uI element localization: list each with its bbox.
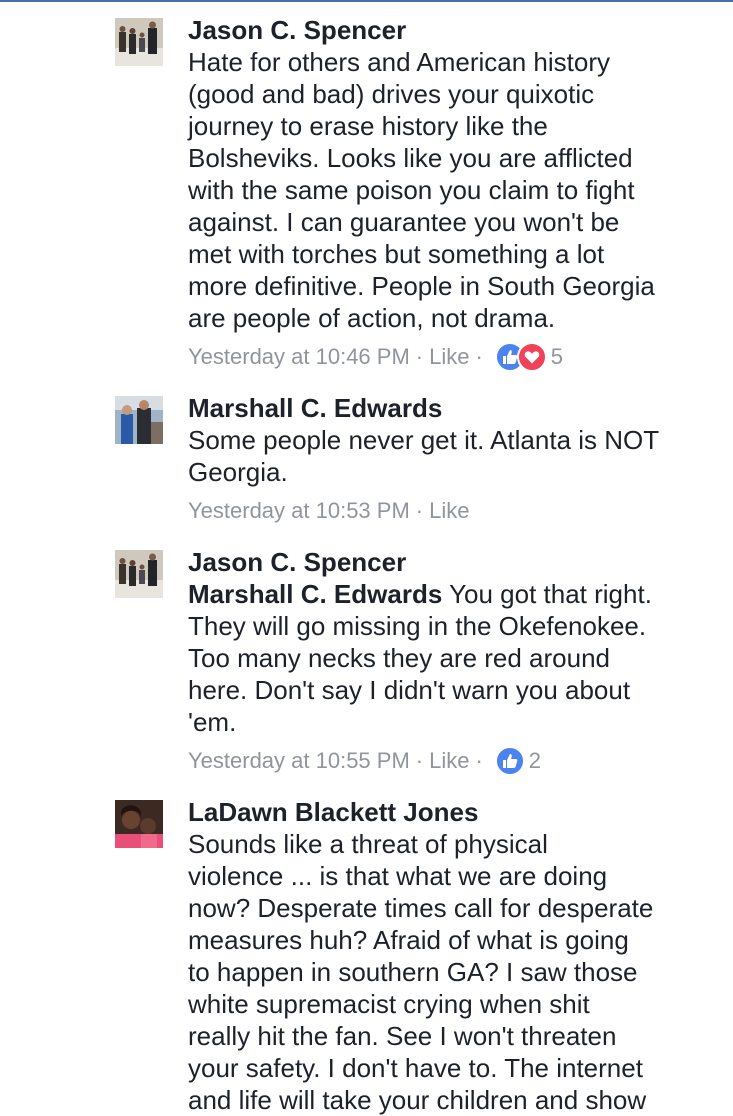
comment-author[interactable]: Marshall C. Edwards bbox=[188, 392, 728, 424]
avatar-photo-icon bbox=[115, 550, 163, 598]
mention-link[interactable]: Marshall C. Edwards bbox=[188, 579, 442, 609]
comment-text: Hate for others and American history (go… bbox=[188, 47, 655, 333]
comment-timestamp[interactable]: Yesterday at 10:53 PM bbox=[188, 496, 410, 526]
comment-body: Jason C. Spencer Hate for others and Ame… bbox=[188, 14, 728, 372]
heart-icon bbox=[516, 342, 547, 372]
reaction-summary[interactable]: 5 bbox=[494, 342, 564, 372]
meta-separator: · bbox=[415, 748, 424, 773]
avatar[interactable] bbox=[115, 800, 163, 848]
comment-author[interactable]: LaDawn Blackett Jones bbox=[188, 796, 728, 828]
avatar-photo-icon bbox=[115, 18, 163, 66]
comment-author[interactable]: Jason C. Spencer bbox=[188, 546, 728, 578]
comment-body: Jason C. Spencer Marshall C. Edwards You… bbox=[188, 546, 728, 776]
avatar[interactable] bbox=[115, 550, 163, 598]
meta-separator: · bbox=[415, 344, 424, 369]
like-button[interactable]: Like bbox=[429, 496, 469, 526]
like-button[interactable]: Like bbox=[429, 342, 469, 372]
avatar-photo-icon bbox=[115, 396, 163, 444]
like-button[interactable]: Like bbox=[429, 746, 469, 776]
comment-meta: Yesterday at 10:55 PM · Like · 2 bbox=[188, 746, 728, 776]
top-divider bbox=[0, 0, 733, 2]
comment-text: Sounds like a threat of physical violenc… bbox=[188, 829, 654, 1115]
reaction-summary[interactable]: 2 bbox=[494, 746, 542, 776]
meta-separator: · bbox=[475, 748, 483, 773]
avatar[interactable] bbox=[115, 18, 163, 66]
comment-text: Some people never get it. Atlanta is NOT… bbox=[188, 425, 660, 487]
comment-body: LaDawn Blackett Jones Sounds like a thre… bbox=[188, 796, 728, 1116]
comment-timestamp[interactable]: Yesterday at 10:46 PM bbox=[188, 342, 410, 372]
meta-separator: · bbox=[415, 498, 424, 523]
reaction-count: 5 bbox=[550, 344, 564, 369]
comment-author[interactable]: Jason C. Spencer bbox=[188, 14, 728, 46]
thumbs-up-icon bbox=[494, 746, 525, 776]
comment-text: Marshall C. Edwards You got that right. … bbox=[188, 578, 728, 738]
comment-timestamp[interactable]: Yesterday at 10:55 PM bbox=[188, 746, 410, 776]
avatar-photo-icon bbox=[115, 800, 163, 848]
reaction-count: 2 bbox=[528, 748, 542, 773]
comment-meta: Yesterday at 10:46 PM · Like · 5 bbox=[188, 342, 728, 372]
meta-separator: · bbox=[475, 344, 483, 369]
avatar[interactable] bbox=[115, 396, 163, 444]
comment-body: Marshall C. Edwards Some people never ge… bbox=[188, 392, 728, 526]
comment-meta: Yesterday at 10:53 PM · Like bbox=[188, 496, 728, 526]
